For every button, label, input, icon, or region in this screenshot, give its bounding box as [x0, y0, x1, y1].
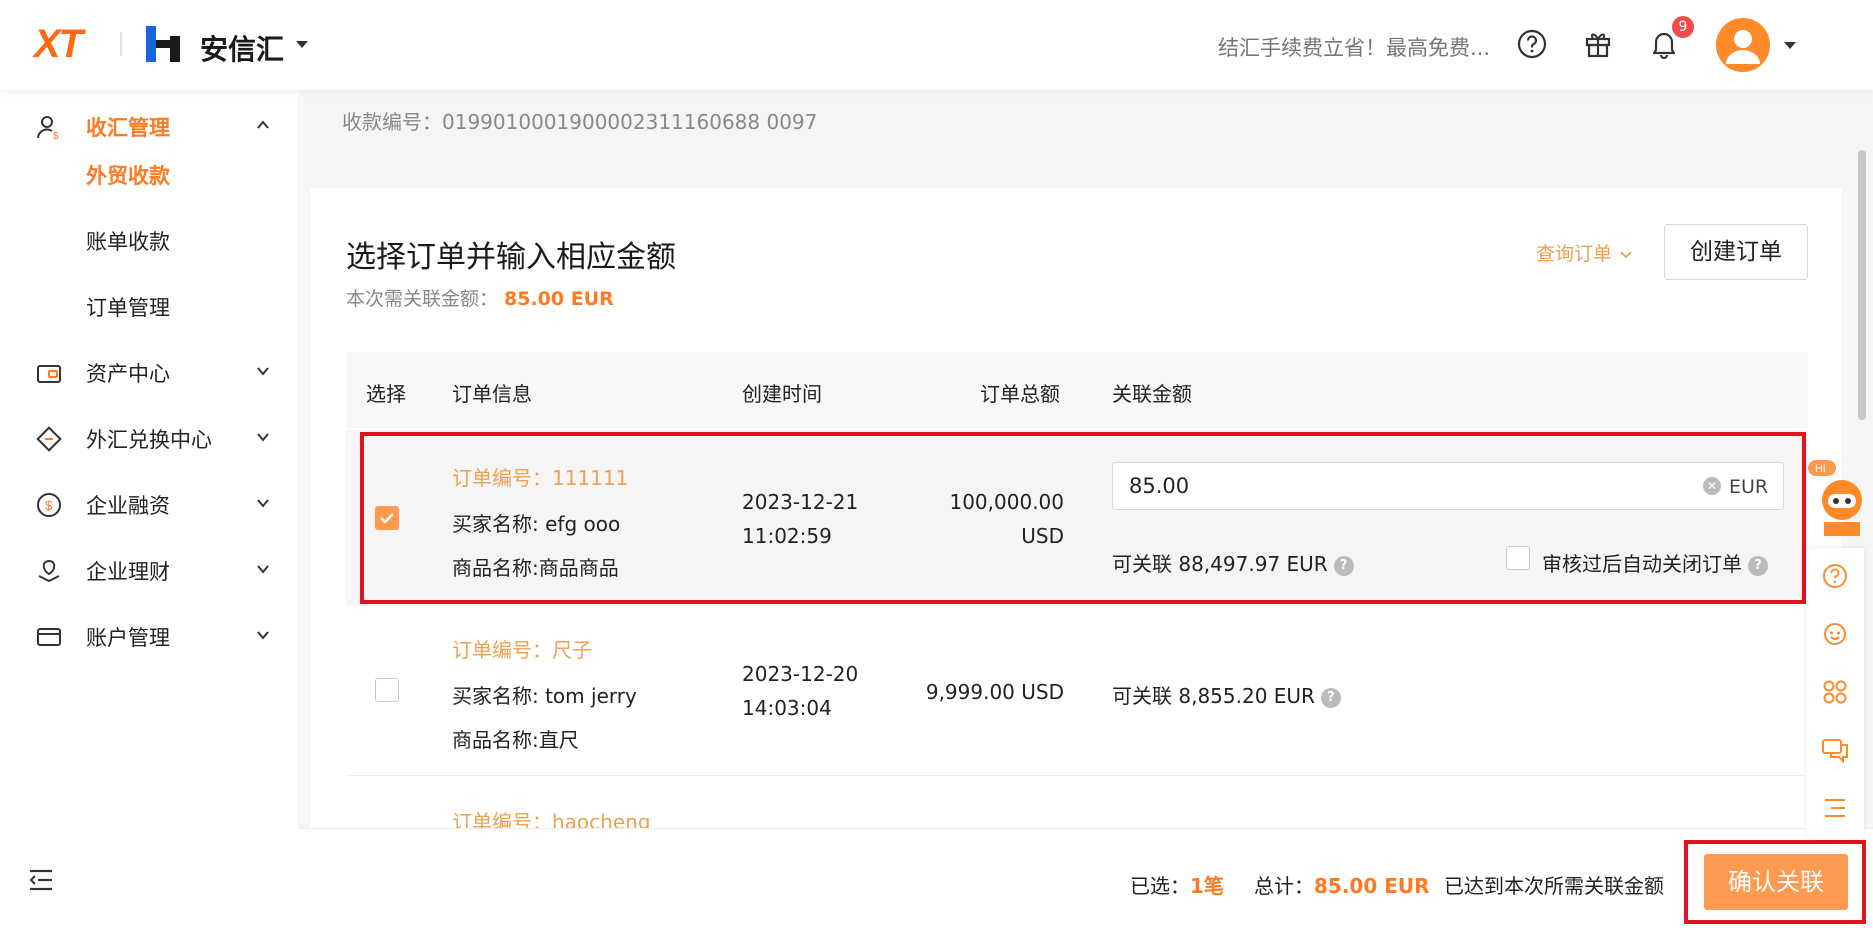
floating-tool-panel: [1806, 548, 1864, 838]
receive-money-icon: $: [37, 116, 59, 140]
svg-text:$: $: [45, 498, 53, 513]
need-amount-value: 85.00 EUR: [504, 288, 614, 310]
sidebar-subitem-bill-receipt[interactable]: 账单收款: [86, 226, 170, 256]
need-amount-line: 本次需关联金额： 85.00 EUR: [346, 284, 614, 311]
sidebar-item-exchange[interactable]: 外汇兑换中心: [0, 408, 298, 468]
wealth-icon: [38, 559, 60, 583]
xt-logo[interactable]: XT: [34, 22, 83, 67]
exchange-icon: [36, 426, 62, 452]
scrollbar[interactable]: [1858, 150, 1866, 420]
sidebar-item-assets[interactable]: 资产中心: [0, 342, 298, 402]
help-icon[interactable]: [1516, 28, 1548, 60]
reached-message: 已达到本次所需关联金额: [1444, 874, 1664, 898]
available-amount: 可关联 8,855.20 EUR: [1112, 684, 1315, 708]
sidebar-subitem-trade-receipt[interactable]: 外贸收款: [86, 160, 170, 190]
brand-logo-icon[interactable]: [146, 26, 180, 62]
order-number-link[interactable]: 订单编号：尺子: [452, 634, 592, 663]
column-header: 订单信息: [452, 382, 532, 406]
selected-summary: 已选：1笔: [1130, 870, 1224, 899]
account-card-icon: [37, 628, 61, 646]
sidebar-item-financing[interactable]: $ 企业融资: [0, 474, 298, 534]
top-bar: XT 安信汇 结汇手续费立省！最高免费... 9: [0, 0, 1873, 90]
wallet-icon: [37, 365, 61, 383]
total-amount: 85.00 EUR: [1314, 874, 1430, 898]
column-header: 选择: [366, 382, 406, 406]
question-icon[interactable]: ?: [1320, 687, 1341, 708]
confirm-association-button[interactable]: 确认关联: [1704, 854, 1848, 910]
brand-dropdown-icon[interactable]: [296, 41, 308, 48]
customer-service-icon[interactable]: [1821, 620, 1849, 648]
notification-badge: 9: [1672, 16, 1694, 38]
sidebar-item-label: 账户管理: [86, 626, 170, 650]
sidebar-item-label: 收汇管理: [86, 116, 170, 140]
query-orders-label: 查询订单: [1536, 243, 1613, 265]
apps-grid-icon[interactable]: [1821, 678, 1849, 706]
query-orders-link[interactable]: 查询订单: [1536, 239, 1632, 266]
highlight-box: [360, 432, 1806, 604]
sidebar-item-label: 企业融资: [86, 494, 170, 518]
sidebar-item-label: 资产中心: [86, 362, 170, 386]
sidebar-subitem-order-management[interactable]: 订单管理: [86, 292, 170, 322]
receipt-number: 收款编号：0199010001900002311160688 0097: [342, 110, 818, 134]
chevron-down-icon: [1620, 250, 1632, 258]
gift-icon[interactable]: [1582, 28, 1614, 60]
available-amount-row2: 可关联 8,855.20 EUR?: [1112, 680, 1341, 709]
avatar-dropdown-icon[interactable]: [1784, 42, 1796, 49]
list-icon[interactable]: [1821, 794, 1849, 822]
finance-icon: $: [37, 493, 61, 517]
chevron-down-icon: [257, 367, 269, 376]
selected-count: 1笔: [1190, 874, 1224, 898]
chevron-down-icon: [257, 433, 269, 442]
sidebar: $ 收汇管理 外贸收款 账单收款 订单管理 资产中心 外汇兑换中心 $ 企业融资…: [0, 90, 298, 930]
logo-divider: [120, 32, 122, 56]
chevron-down-icon: [257, 565, 269, 574]
column-header: 创建时间: [742, 382, 822, 406]
created-time: 14:03:04: [742, 696, 832, 720]
promo-text[interactable]: 结汇手续费立省！最高免费...: [1218, 32, 1490, 62]
brand-name[interactable]: 安信汇: [200, 28, 284, 68]
assistant-robot-icon[interactable]: Hi: [1806, 460, 1868, 540]
table-header: [346, 352, 1808, 428]
chevron-down-icon: [257, 631, 269, 640]
sidebar-item-receive[interactable]: $ 收汇管理: [0, 96, 298, 156]
column-header: 关联金额: [1112, 382, 1192, 406]
user-avatar-icon: [1726, 30, 1760, 64]
sidebar-item-account[interactable]: 账户管理: [0, 606, 298, 666]
buyer-name: 买家名称: tom jerry: [452, 684, 637, 708]
selected-label: 已选：: [1130, 874, 1190, 898]
order-total: 9,999.00 USD: [925, 680, 1064, 704]
chevron-up-icon: [257, 120, 269, 129]
create-order-button[interactable]: 创建订单: [1664, 224, 1808, 280]
help-icon[interactable]: [1821, 562, 1849, 590]
sidebar-item-wealth[interactable]: 企业理财: [0, 540, 298, 600]
svg-text:$: $: [53, 131, 59, 140]
need-amount-label: 本次需关联金额：: [346, 288, 499, 310]
column-header: 订单总额: [980, 382, 1060, 406]
total-summary: 总计：85.00 EUR: [1254, 870, 1430, 899]
row-select-checkbox[interactable]: [375, 678, 399, 702]
avatar[interactable]: [1716, 18, 1770, 72]
chevron-down-icon: [257, 499, 269, 508]
collapse-menu-icon[interactable]: [28, 868, 56, 892]
total-label: 总计：: [1254, 874, 1314, 898]
chat-icon[interactable]: [1821, 736, 1849, 764]
product-name: 商品名称:直尺: [452, 728, 579, 752]
page-title: 选择订单并输入相应金额: [346, 240, 676, 275]
sidebar-item-label: 外汇兑换中心: [86, 428, 212, 452]
assistant-hi-label: Hi: [1815, 463, 1825, 475]
sidebar-item-label: 企业理财: [86, 560, 170, 584]
created-date: 2023-12-20: [742, 662, 859, 686]
